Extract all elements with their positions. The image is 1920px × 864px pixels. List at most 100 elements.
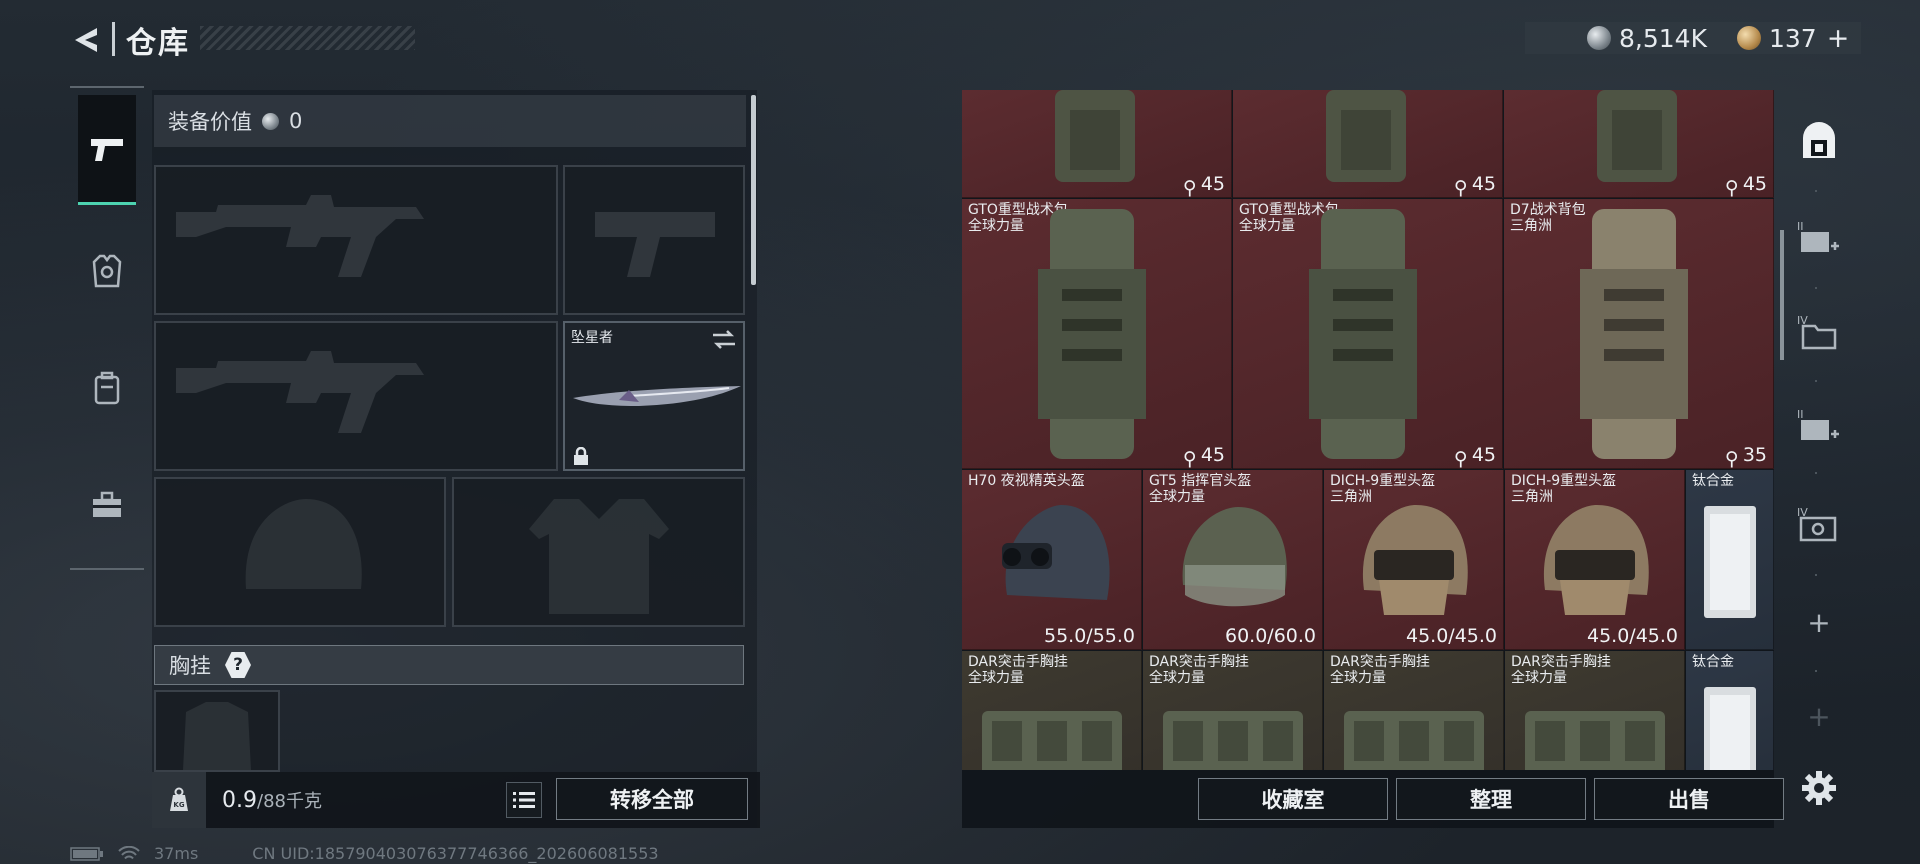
stash-item-titanium[interactable]: 钛合金: [1686, 470, 1774, 650]
storage-folder-icon: IV: [1797, 314, 1837, 350]
stash-item-dar-rig[interactable]: DAR突击手胸挂 全球力量: [1143, 651, 1323, 770]
uid-text: CN UID:1857904030763777463​66_2026060815…: [252, 844, 659, 863]
add-storage-button-disabled[interactable]: +: [1790, 686, 1848, 746]
status-bar: 37ms CN UID:1857904030763777463​66_20260…: [70, 844, 659, 863]
side-tab-storage-2[interactable]: II: [1790, 208, 1848, 268]
back-arrow-icon: [75, 28, 97, 52]
secondary-weapon-slot[interactable]: [563, 165, 745, 315]
sidebar-separator: [1815, 380, 1817, 382]
stash-item-h70-helmet[interactable]: H70 夜视精英头盔 55.0/55.0: [962, 470, 1142, 650]
sidebar-separator: [1815, 472, 1817, 474]
stash-item-name: DAR突击手胸挂 全球力量: [1330, 654, 1430, 686]
stash-scrollbar[interactable]: [1780, 230, 1784, 360]
equipment-value-label: 装备价值: [168, 110, 252, 134]
titanium-plate-icon: [1704, 687, 1756, 770]
rifle-silhouette-icon: [176, 195, 424, 277]
stash-item-dich9-helmet[interactable]: DICH-9重型头盔 三角洲 45.0/45.0: [1324, 470, 1504, 650]
stash-item-d7-backpack[interactable]: D7战术背包 三角洲 ⚲ 35: [1504, 199, 1774, 469]
side-tab-safe-house[interactable]: [1790, 112, 1848, 172]
armor-silhouette-icon: [529, 499, 669, 614]
primary-weapon-slot[interactable]: [154, 165, 558, 315]
durability-value: 45.0/45.0: [1586, 625, 1678, 647]
primary-weapon-slot-2[interactable]: [154, 321, 558, 471]
ping-value: 37ms: [154, 844, 199, 863]
side-tab-storage-2b[interactable]: II: [1790, 396, 1848, 456]
armor-slot[interactable]: [452, 477, 745, 627]
swap-icon[interactable]: [711, 329, 737, 351]
stash-item-gto-backpack[interactable]: GTO重型战术包 全球力量 ⚲ 45: [962, 199, 1232, 469]
melee-weapon-slot[interactable]: 坠星者: [563, 321, 745, 471]
tab-backpack[interactable]: [78, 355, 136, 421]
stash-item-count: ⚲ 45: [1182, 444, 1225, 469]
svg-text:II: II: [1797, 220, 1804, 233]
stash-item-dar-rig[interactable]: DAR突击手胸挂 全球力量: [1324, 651, 1504, 770]
equipment-value-bar: 装备价值 0: [154, 95, 746, 147]
weight-mini-icon: ⚲: [1182, 448, 1197, 469]
collection-room-button[interactable]: 收藏室: [1198, 778, 1388, 820]
storage-case-icon: IV: [1797, 506, 1837, 542]
toolbox-icon: [93, 491, 121, 517]
pistol-icon: [91, 138, 123, 161]
durability-value: 45.0/45.0: [1405, 625, 1497, 647]
stash-item-backpack[interactable]: ⚲ 45: [1504, 90, 1774, 198]
help-icon[interactable]: ?: [225, 652, 251, 678]
transfer-all-button[interactable]: 转移全部: [556, 778, 748, 820]
chest-rig-header: 胸挂 ?: [154, 645, 744, 685]
tactical-backpack-icon: [1038, 209, 1146, 459]
title-decoration: [200, 26, 415, 50]
settings-button[interactable]: [1793, 762, 1845, 814]
stash-item-gto-backpack[interactable]: GTO重型战术包 全球力量 ⚲ 45: [1233, 199, 1503, 469]
chest-rig-item-icon: [1344, 711, 1484, 770]
tab-weapons[interactable]: [78, 95, 136, 205]
stash-item-backpack[interactable]: ⚲ 45: [962, 90, 1232, 198]
tab-column-bottom-line: [70, 568, 144, 570]
organize-button[interactable]: 整理: [1396, 778, 1586, 820]
tab-column-top-line: [70, 86, 144, 88]
stash-item-name: 钛合金: [1692, 473, 1734, 489]
currency-bar: 8,514K 137 +: [1525, 22, 1861, 54]
stash-item-name: 钛合金: [1692, 654, 1734, 670]
helmet-slot[interactable]: [154, 477, 446, 627]
loadout-scrollbar[interactable]: [751, 95, 756, 285]
stash-item-dar-rig[interactable]: DAR突击手胸挂 全球力量: [962, 651, 1142, 770]
back-button[interactable]: [66, 20, 106, 60]
add-storage-button[interactable]: +: [1790, 592, 1848, 652]
chest-rig-silhouette-icon: [183, 702, 251, 770]
list-view-button[interactable]: [506, 782, 542, 818]
stash-item-count: ⚲ 45: [1453, 444, 1496, 469]
weight-mini-icon: ⚲: [1453, 448, 1468, 469]
stash-item-dar-rig[interactable]: DAR突击手胸挂 全球力量: [1505, 651, 1685, 770]
durability-value: 55.0/55.0: [1043, 625, 1135, 647]
chest-rig-slot[interactable]: [154, 690, 280, 772]
helmet-silhouette-icon: [245, 499, 362, 589]
backpack-item-icon: [1055, 90, 1135, 182]
side-tab-storage-4[interactable]: IV: [1790, 302, 1848, 362]
sell-button[interactable]: 出售: [1594, 778, 1784, 820]
stash-item-titanium[interactable]: 钛合金: [1686, 651, 1774, 770]
side-tab-storage-4b[interactable]: IV: [1790, 494, 1848, 554]
weight-icon-box: KG: [152, 772, 206, 828]
sidebar-separator: [1815, 287, 1817, 289]
heavy-helmet-icon: [1362, 505, 1468, 615]
stash-item-dich9-helmet[interactable]: DICH-9重型头盔 三角洲 45.0/45.0: [1505, 470, 1685, 650]
kg-weight-icon: KG: [170, 787, 188, 811]
weight-mini-icon: ⚲: [1724, 177, 1739, 198]
stash-item-name: H70 夜视精英头盔: [968, 473, 1085, 489]
tab-armor[interactable]: [78, 238, 136, 304]
silver-currency-value: 8,514K: [1619, 23, 1707, 53]
tab-toolbox[interactable]: [78, 472, 136, 538]
safe-house-icon: [1803, 122, 1835, 158]
stash-item-gt5-helmet[interactable]: GT5 指挥官头盔 全球力量 60.0/60.0: [1143, 470, 1323, 650]
durability-value: 60.0/60.0: [1224, 625, 1316, 647]
battery-icon: [70, 846, 103, 861]
stash-item-name: DAR突击手胸挂 全球力量: [1149, 654, 1249, 686]
silver-coin-icon: [262, 112, 279, 130]
lock-icon: [574, 447, 588, 465]
night-vision-helmet-icon: [1002, 505, 1110, 600]
stash-item-backpack[interactable]: ⚲ 45: [1233, 90, 1503, 198]
storage-expand-icon: II: [1797, 408, 1839, 440]
stash-item-count: ⚲ 35: [1724, 444, 1767, 469]
add-currency-button[interactable]: +: [1827, 23, 1850, 54]
titanium-plate-icon: [1704, 506, 1756, 618]
sidebar-separator: [1815, 190, 1817, 192]
